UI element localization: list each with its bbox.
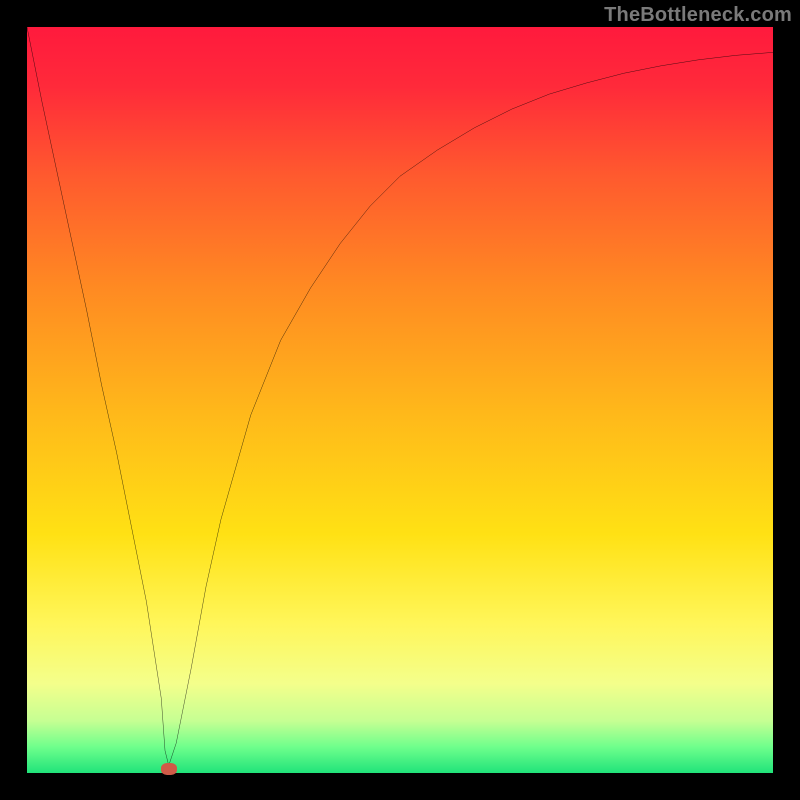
background-gradient <box>27 27 773 773</box>
plot-area <box>27 27 773 773</box>
chart-stage: TheBottleneck.com <box>0 0 800 800</box>
watermark-text: TheBottleneck.com <box>604 4 792 27</box>
